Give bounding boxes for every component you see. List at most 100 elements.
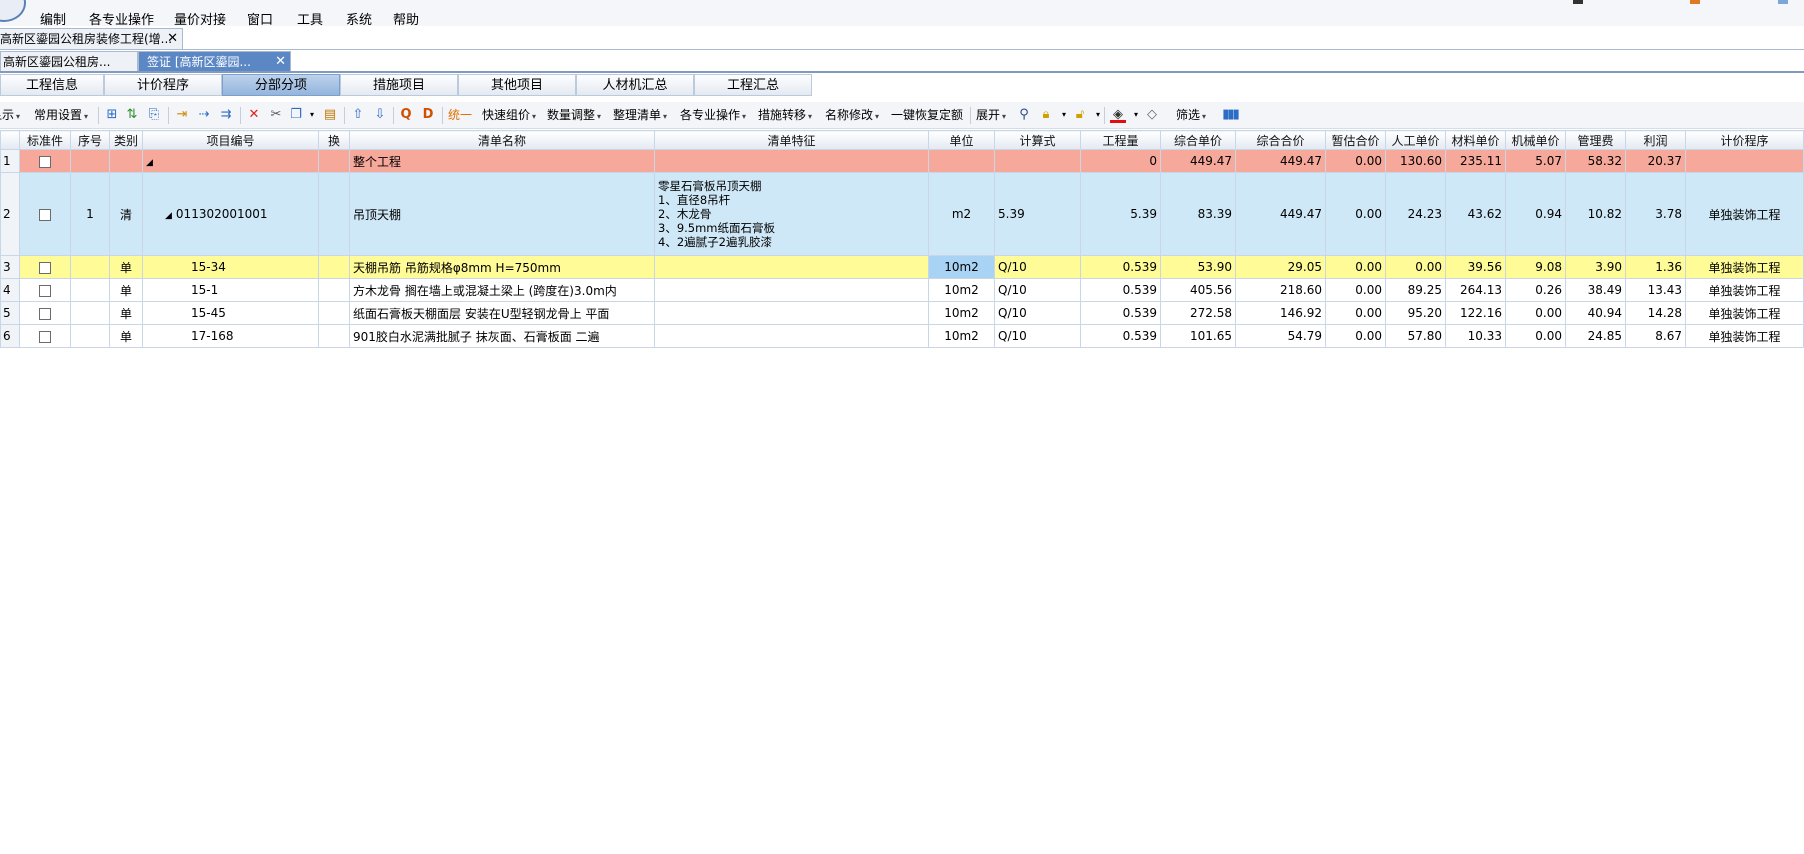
- quantity-cell[interactable]: 0: [1080, 149, 1161, 173]
- quantity-cell[interactable]: 0.539: [1080, 255, 1161, 279]
- feature-cell[interactable]: [654, 278, 929, 302]
- standard-part-checkbox[interactable]: [39, 208, 51, 221]
- table-row[interactable]: 3 单 15-34 天棚吊筋 吊筋规格φ8mm H=750mm 10m2 Q/1…: [0, 255, 1804, 279]
- seq-cell[interactable]: [70, 324, 110, 348]
- unit-cell[interactable]: m2: [928, 172, 995, 256]
- estimated-cell[interactable]: 0.00: [1325, 301, 1386, 325]
- menu-pro-ops[interactable]: 各专业操作: [89, 9, 154, 28]
- quantity-cell[interactable]: 0.539: [1080, 324, 1161, 348]
- profit-cell[interactable]: 14.28: [1625, 301, 1686, 325]
- help-icon[interactable]: [1778, 0, 1788, 4]
- estimated-cell[interactable]: 0.00: [1325, 255, 1386, 279]
- program-cell[interactable]: 单独装饰工程: [1685, 278, 1804, 302]
- pro-ops-dropdown[interactable]: 各专业操作: [680, 106, 746, 124]
- name-cell[interactable]: 整个工程: [349, 149, 655, 173]
- col-header-program[interactable]: 计价程序: [1685, 130, 1804, 150]
- col-header-material[interactable]: 材料单价: [1445, 130, 1506, 150]
- labor-cell[interactable]: 0.00: [1385, 255, 1446, 279]
- copy-icon[interactable]: ❐: [288, 107, 304, 123]
- unit-cell[interactable]: 10m2: [928, 324, 995, 348]
- program-cell[interactable]: 单独装饰工程: [1685, 255, 1804, 279]
- tab-sub-items[interactable]: 分部分项: [222, 74, 340, 96]
- move-up-icon[interactable]: ⇧: [350, 107, 366, 123]
- name-cell[interactable]: 方木龙骨 搁在墙上或混凝土梁上 (跨度在)3.0m内: [349, 278, 655, 302]
- col-header-swap[interactable]: 换: [318, 130, 350, 150]
- tab-project-summary[interactable]: 工程汇总: [694, 74, 812, 96]
- standard-part-checkbox[interactable]: [39, 307, 51, 320]
- code-cell[interactable]: ◢ 011302001001: [142, 172, 319, 256]
- labor-cell[interactable]: 24.23: [1385, 172, 1446, 256]
- tab-pricing-program[interactable]: 计价程序: [104, 74, 222, 96]
- col-header-management[interactable]: 管理费: [1565, 130, 1626, 150]
- material-cell[interactable]: 10.33: [1445, 324, 1506, 348]
- management-cell[interactable]: 58.32: [1565, 149, 1626, 173]
- feature-cell[interactable]: [654, 149, 929, 173]
- standard-part-checkbox[interactable]: [39, 261, 51, 274]
- labor-cell[interactable]: 130.60: [1385, 149, 1446, 173]
- col-header-feature[interactable]: 清单特征: [654, 130, 929, 150]
- unit-cell[interactable]: [928, 149, 995, 173]
- management-cell[interactable]: 24.85: [1565, 324, 1626, 348]
- name-cell[interactable]: 纸面石膏板天棚面层 安装在U型轻钢龙骨上 平面: [349, 301, 655, 325]
- col-header-machine[interactable]: 机械单价: [1505, 130, 1566, 150]
- estimated-cell[interactable]: 0.00: [1325, 278, 1386, 302]
- fill-color-icon[interactable]: ◈: [1110, 107, 1126, 123]
- swap-cell[interactable]: [318, 278, 350, 302]
- code-cell[interactable]: 15-34: [142, 255, 319, 279]
- eraser-icon[interactable]: ◇: [1144, 107, 1160, 123]
- formula-cell[interactable]: 5.39: [994, 172, 1081, 256]
- formula-cell[interactable]: [994, 149, 1081, 173]
- seq-cell[interactable]: [70, 301, 110, 325]
- quantity-adjust-dropdown[interactable]: 数量调整: [547, 106, 601, 124]
- tab-other-items[interactable]: 其他项目: [458, 74, 576, 96]
- seq-cell[interactable]: [70, 278, 110, 302]
- unit-cell[interactable]: 10m2: [928, 301, 995, 325]
- profit-cell[interactable]: 8.67: [1625, 324, 1686, 348]
- formula-cell[interactable]: Q/10: [994, 255, 1081, 279]
- seq-cell[interactable]: 1: [70, 172, 110, 256]
- type-cell[interactable]: 单: [109, 301, 143, 325]
- col-header-formula[interactable]: 计算式: [994, 130, 1081, 150]
- code-cell[interactable]: 15-1: [142, 278, 319, 302]
- estimated-cell[interactable]: 0.00: [1325, 149, 1386, 173]
- unlock-icon[interactable]: 🔓︎: [1072, 107, 1088, 123]
- expand-dropdown[interactable]: 展开: [976, 106, 1006, 124]
- machine-cell[interactable]: 5.07: [1505, 149, 1566, 173]
- document-tab[interactable]: 高新区鎏园公租房装修工程(增... ✕: [0, 28, 183, 49]
- quantity-cell[interactable]: 0.539: [1080, 278, 1161, 302]
- lock-icon[interactable]: 🔒︎: [1038, 107, 1054, 123]
- menu-window[interactable]: 窗口: [247, 9, 273, 28]
- formula-cell[interactable]: Q/10: [994, 278, 1081, 302]
- type-cell[interactable]: 单: [109, 255, 143, 279]
- estimated-cell[interactable]: 0.00: [1325, 324, 1386, 348]
- tab-measures[interactable]: 措施项目: [340, 74, 458, 96]
- col-header-standard-part[interactable]: 标准件: [19, 130, 71, 150]
- collapse-triangle-icon[interactable]: ◢: [146, 158, 153, 168]
- swap-cell[interactable]: [318, 149, 350, 173]
- insert-row-icon[interactable]: ⊞: [104, 107, 120, 123]
- chevron-down-icon[interactable]: ▾: [1128, 107, 1144, 123]
- col-header-unit[interactable]: 单位: [928, 130, 995, 150]
- tab-labor-material-summary[interactable]: 人材机汇总: [576, 74, 694, 96]
- search-quota-icon[interactable]: Q: [398, 107, 414, 123]
- seq-cell[interactable]: [70, 149, 110, 173]
- program-cell[interactable]: 单独装饰工程: [1685, 172, 1804, 256]
- add-quota-icon[interactable]: ⇢: [196, 107, 212, 123]
- machine-cell[interactable]: 0.00: [1505, 301, 1566, 325]
- menu-help[interactable]: 帮助: [393, 9, 419, 28]
- total-price-cell[interactable]: 29.05: [1235, 255, 1326, 279]
- organize-list-dropdown[interactable]: 整理清单: [613, 106, 667, 124]
- swap-cell[interactable]: [318, 324, 350, 348]
- type-cell[interactable]: 清: [109, 172, 143, 256]
- total-price-cell[interactable]: 54.79: [1235, 324, 1326, 348]
- binoculars-icon[interactable]: ⚲: [1016, 107, 1032, 123]
- col-header-quantity[interactable]: 工程量: [1080, 130, 1161, 150]
- col-header-code[interactable]: 项目编号: [142, 130, 319, 150]
- material-cell[interactable]: 39.56: [1445, 255, 1506, 279]
- swap-cell[interactable]: [318, 172, 350, 256]
- machine-cell[interactable]: 0.94: [1505, 172, 1566, 256]
- collapse-triangle-icon[interactable]: ◢: [165, 211, 172, 221]
- management-cell[interactable]: 38.49: [1565, 278, 1626, 302]
- labor-cell[interactable]: 57.80: [1385, 324, 1446, 348]
- menu-qty-price[interactable]: 量价对接: [174, 9, 226, 28]
